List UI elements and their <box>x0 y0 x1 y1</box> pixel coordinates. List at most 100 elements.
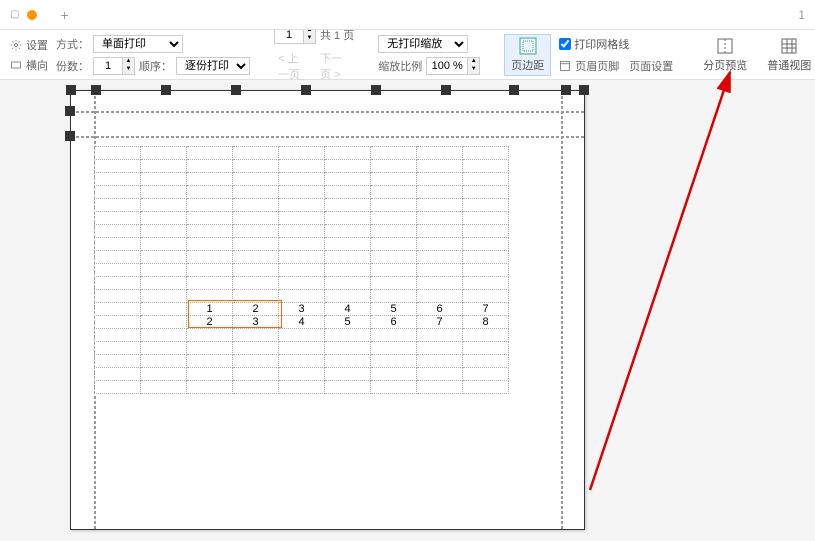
prev-page-button[interactable]: < 上一页 <box>274 48 312 84</box>
grid-cell <box>279 147 325 160</box>
grid-cell <box>279 225 325 238</box>
scale-mode-select[interactable]: 无打印缩放 <box>378 35 468 53</box>
grid-cell <box>187 329 233 342</box>
copies-label: 份数： <box>56 58 89 74</box>
grid-cell <box>279 329 325 342</box>
ruler-handle-top[interactable] <box>231 85 241 95</box>
grid-cell <box>187 290 233 303</box>
grid-cell <box>325 381 371 394</box>
preview-grid: 12345672345678 <box>94 146 509 394</box>
gridlines-checkbox[interactable] <box>559 38 571 50</box>
copies-input[interactable] <box>94 59 122 73</box>
grid-cell: 2 <box>233 303 279 316</box>
grid-cell <box>141 368 187 381</box>
gridlines-checkbox-row[interactable]: 打印网格线 <box>559 36 673 52</box>
page-down[interactable]: ▼ <box>303 35 315 43</box>
grid-cell <box>279 238 325 251</box>
normal-view-button[interactable]: 普通视图 <box>761 35 815 75</box>
order-label: 顺序： <box>139 58 172 74</box>
grid-cell <box>141 316 187 329</box>
mode-select[interactable]: 单面打印 <box>93 35 183 53</box>
ruler-handle-top[interactable] <box>301 85 311 95</box>
gear-icon <box>10 39 22 51</box>
ruler-handle-top[interactable] <box>441 85 451 95</box>
ruler-handle-top[interactable] <box>91 85 101 95</box>
ruler-handle-left[interactable] <box>65 131 75 141</box>
grid-cell <box>417 329 463 342</box>
grid-cell <box>95 290 141 303</box>
grid-cell: 7 <box>417 316 463 329</box>
orientation-label[interactable]: 横向 <box>26 57 48 73</box>
copies-up[interactable]: ▲ <box>122 58 134 66</box>
margins-button[interactable]: 页边距 <box>504 34 551 76</box>
grid-cell <box>233 160 279 173</box>
settings-label[interactable]: 设置 <box>26 37 48 53</box>
scale-up[interactable]: ▲ <box>467 58 479 66</box>
grid-cell <box>187 264 233 277</box>
page-break-preview-button[interactable]: 分页预览 <box>697 35 753 75</box>
order-select[interactable]: 逐份打印 <box>176 57 250 75</box>
grid-cell <box>371 355 417 368</box>
ruler-handle-top[interactable] <box>509 85 519 95</box>
grid-cell <box>95 342 141 355</box>
grid-cell <box>325 147 371 160</box>
grid-cell <box>463 329 509 342</box>
grid-cell <box>233 355 279 368</box>
grid-cell <box>463 199 509 212</box>
grid-cell <box>371 264 417 277</box>
page-break-label: 分页预览 <box>703 57 747 73</box>
grid-cell <box>141 355 187 368</box>
preview-area: 12345672345678 <box>0 80 815 540</box>
ruler-handle-left[interactable] <box>65 106 75 116</box>
grid-cell <box>187 160 233 173</box>
copies-down[interactable]: ▼ <box>122 66 134 74</box>
grid-cell: 5 <box>325 316 371 329</box>
tab-indicator <box>27 10 37 20</box>
grid-cell <box>325 277 371 290</box>
page-setup-button[interactable]: 页面设置 <box>629 58 673 74</box>
copies-spinner[interactable]: ▲▼ <box>93 57 135 75</box>
grid-cell <box>279 290 325 303</box>
grid-cell <box>325 329 371 342</box>
scale-down[interactable]: ▼ <box>467 66 479 74</box>
ruler-handle-top[interactable] <box>371 85 381 95</box>
grid-cell <box>279 381 325 394</box>
margin-guide-h <box>71 136 584 138</box>
grid-cell <box>463 160 509 173</box>
scale-input[interactable] <box>427 59 467 73</box>
margin-guide-h <box>71 111 584 113</box>
grid-cell <box>325 160 371 173</box>
grid-cell <box>417 355 463 368</box>
grid-cell <box>325 264 371 277</box>
scale-spinner[interactable]: ▲▼ <box>426 57 480 75</box>
ruler-handle-top[interactable] <box>66 85 76 95</box>
gridlines-label: 打印网格线 <box>574 36 629 52</box>
grid-cell <box>325 186 371 199</box>
new-tab-button[interactable]: + <box>60 7 68 23</box>
ruler-handle-top[interactable] <box>161 85 171 95</box>
page-break-icon <box>716 37 734 55</box>
grid-cell <box>95 212 141 225</box>
grid-cell <box>325 290 371 303</box>
normal-view-icon <box>780 37 798 55</box>
grid-cell <box>371 381 417 394</box>
grid-cell <box>417 251 463 264</box>
grid-cell <box>187 251 233 264</box>
grid-cell: 7 <box>463 303 509 316</box>
next-page-button[interactable]: 下一页 > <box>316 48 354 84</box>
grid-cell <box>371 290 417 303</box>
grid-cell <box>463 290 509 303</box>
grid-cell: 2 <box>187 316 233 329</box>
grid-cell <box>279 199 325 212</box>
ruler-handle-top[interactable] <box>561 85 571 95</box>
grid-cell <box>141 173 187 186</box>
grid-cell <box>233 368 279 381</box>
grid-cell <box>187 186 233 199</box>
grid-cell <box>371 186 417 199</box>
header-footer-button[interactable]: 页眉页脚 <box>575 58 619 74</box>
grid-cell <box>95 238 141 251</box>
grid-cell <box>417 277 463 290</box>
grid-cell <box>141 264 187 277</box>
grid-cell <box>417 160 463 173</box>
ruler-handle-top[interactable] <box>579 85 589 95</box>
